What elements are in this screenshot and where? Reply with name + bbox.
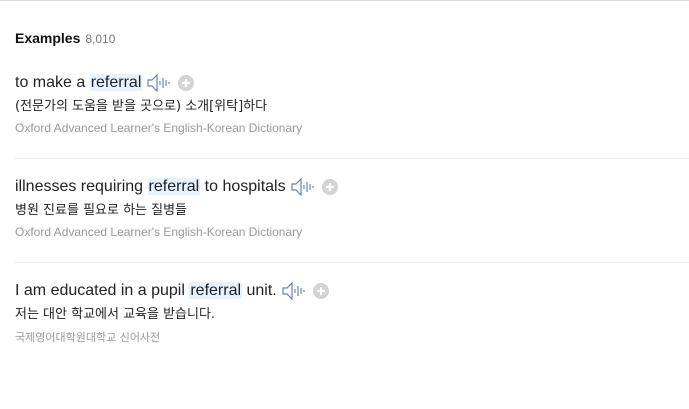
example-item: illnesses requiring referral to hospital… [15, 176, 689, 239]
examples-header: Examples 8,010 [15, 30, 115, 46]
add-to-wordbook-button[interactable] [321, 179, 338, 195]
sentence-text-after: to hospitals [200, 178, 286, 195]
example-divider [15, 262, 689, 263]
example-item: I am educated in a pupil referral unit. … [15, 280, 689, 345]
sentence-text-before: illnesses requiring [15, 178, 148, 195]
speaker-icon[interactable] [290, 177, 315, 197]
example-sentence-row: I am educated in a pupil referral unit. [15, 280, 689, 302]
add-to-wordbook-button[interactable] [312, 283, 329, 299]
example-sentence-row: to make a referral [15, 72, 689, 94]
highlighted-keyword: referral [147, 178, 201, 195]
examples-title: Examples [15, 30, 81, 46]
example-item: to make a referral (전문가의 도움을 받을 곳으로) 소개[… [15, 72, 689, 135]
example-source[interactable]: Oxford Advanced Learner's English-Korean… [15, 225, 689, 239]
add-to-wordbook-button[interactable] [178, 75, 195, 91]
example-source[interactable]: 국제영어대학원대학교 신어사전 [15, 329, 689, 345]
examples-count: 8,010 [85, 32, 116, 46]
speaker-icon[interactable] [147, 73, 171, 93]
example-translation: (전문가의 도움을 받을 곳으로) 소개[위탁]하다 [15, 99, 268, 114]
example-sentence: I am educated in a pupil referral unit. [15, 282, 277, 300]
example-sentence: illnesses requiring referral to hospital… [15, 178, 286, 196]
example-translation: 병원 진료를 필요로 하는 질병들 [15, 203, 188, 218]
example-sentence-row: illnesses requiring referral to hospital… [15, 176, 689, 198]
speaker-icon[interactable] [282, 281, 306, 301]
sentence-text-after: unit. [242, 282, 277, 299]
top-divider [0, 0, 689, 1]
sentence-text-before: to make a [15, 74, 90, 91]
example-source[interactable]: Oxford Advanced Learner's English-Korean… [15, 121, 689, 135]
highlighted-keyword: referral [89, 74, 143, 91]
example-sentence: to make a referral [15, 74, 143, 92]
example-divider [15, 158, 689, 159]
highlighted-keyword: referral [189, 282, 243, 299]
example-translation: 저는 대안 학교에서 교육을 받습니다. [15, 307, 216, 322]
sentence-text-before: I am educated in a pupil [15, 282, 190, 299]
